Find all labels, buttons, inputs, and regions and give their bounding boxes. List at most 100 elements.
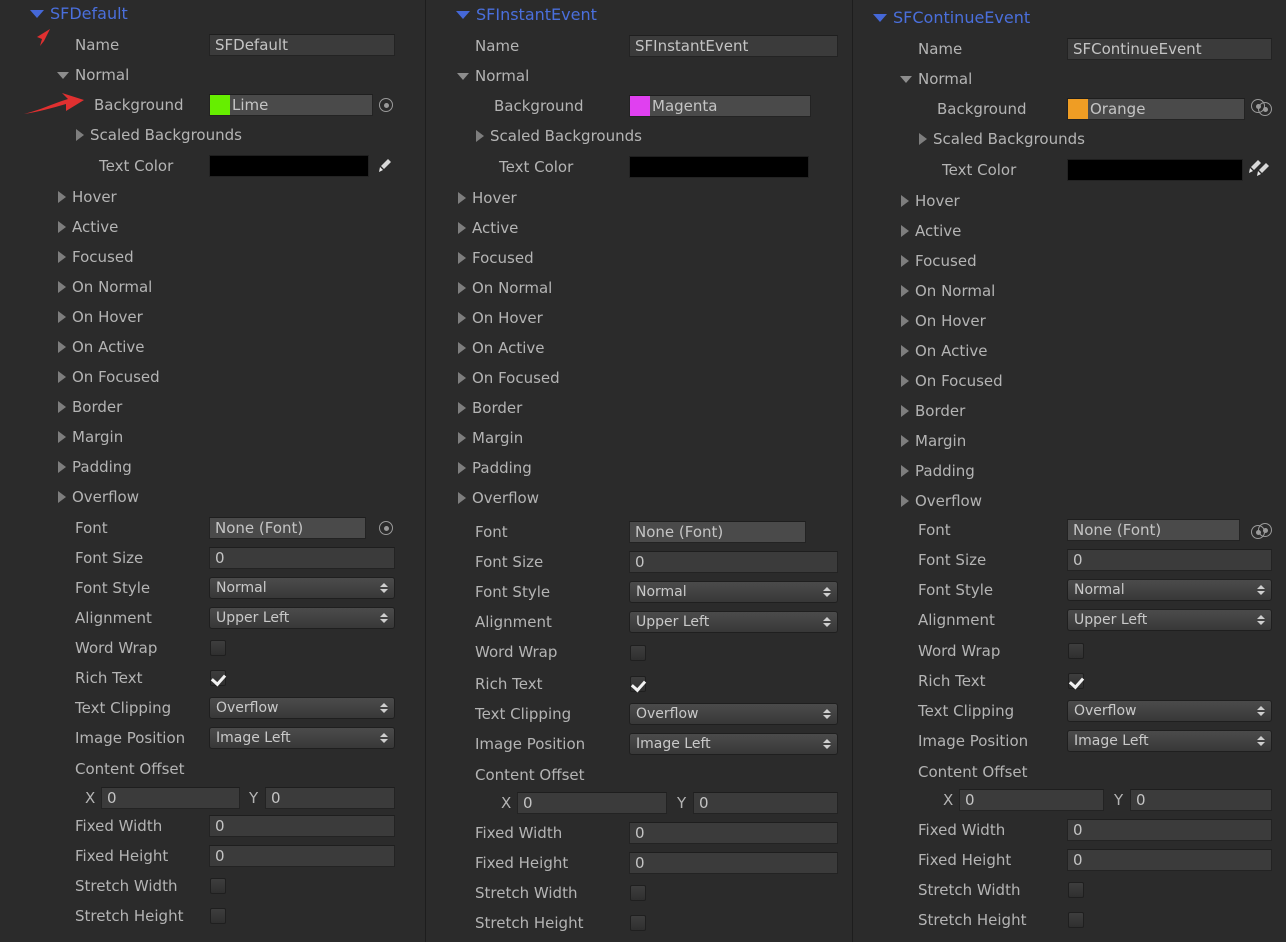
foldout-collapsed-icon[interactable]	[919, 133, 927, 145]
foldout-collapsed-icon[interactable]	[458, 492, 466, 504]
text-clipping-dropdown[interactable]: Overflow	[1067, 700, 1272, 722]
row-focused[interactable]: Focused	[458, 247, 534, 269]
background-object-field[interactable]: Lime	[209, 94, 373, 116]
font-size-input[interactable]: 0	[1067, 549, 1272, 571]
row-margin[interactable]: Margin	[458, 427, 523, 449]
text-clipping-dropdown[interactable]: Overflow	[629, 703, 838, 725]
row-border[interactable]: Border	[901, 400, 965, 422]
row-padding[interactable]: Padding	[458, 457, 532, 479]
row-on-focused[interactable]: On Focused	[901, 370, 1003, 392]
row-on-hover[interactable]: On Hover	[458, 307, 543, 329]
word-wrap-checkbox[interactable]	[630, 645, 646, 661]
stretch-width-checkbox[interactable]	[630, 885, 646, 901]
foldout-collapsed-icon[interactable]	[901, 285, 909, 297]
object-picker-icon[interactable]	[1258, 102, 1272, 116]
foldout-expanded-icon[interactable]	[457, 72, 469, 80]
fixed-width-input[interactable]: 0	[1067, 819, 1272, 841]
foldout-collapsed-icon[interactable]	[458, 432, 466, 444]
stretch-height-checkbox[interactable]	[1068, 912, 1084, 928]
foldout-collapsed-icon[interactable]	[458, 252, 466, 264]
offset-y-input[interactable]: 0	[1130, 789, 1272, 811]
foldout-collapsed-icon[interactable]	[458, 222, 466, 234]
font-size-input[interactable]: 0	[209, 547, 395, 569]
foldout-collapsed-icon[interactable]	[58, 431, 66, 443]
text-clipping-dropdown[interactable]: Overflow	[209, 697, 395, 719]
foldout-collapsed-icon[interactable]	[58, 341, 66, 353]
row-normal[interactable]: Normal	[900, 68, 972, 90]
name-input[interactable]: SFInstantEvent	[629, 35, 838, 57]
object-picker-icon[interactable]	[379, 98, 393, 112]
foldout-collapsed-icon[interactable]	[58, 251, 66, 263]
row-focused[interactable]: Focused	[901, 250, 977, 272]
row-normal[interactable]: Normal	[57, 64, 129, 86]
eyedropper-icon[interactable]	[1253, 161, 1271, 179]
text-color-field[interactable]	[629, 156, 809, 178]
foldout-collapsed-icon[interactable]	[901, 225, 909, 237]
image-position-dropdown[interactable]: Image Left	[209, 727, 395, 749]
text-color-field[interactable]	[209, 155, 369, 177]
foldout-collapsed-icon[interactable]	[901, 315, 909, 327]
foldout-collapsed-icon[interactable]	[901, 465, 909, 477]
row-overflow[interactable]: Overflow	[58, 486, 139, 508]
row-border[interactable]: Border	[458, 397, 522, 419]
row-overflow[interactable]: Overflow	[458, 487, 539, 509]
row-margin[interactable]: Margin	[901, 430, 966, 452]
offset-x-input[interactable]: 0	[101, 787, 240, 809]
font-object-picker-icon[interactable]	[1258, 523, 1272, 537]
row-active[interactable]: Active	[458, 217, 518, 239]
foldout-collapsed-icon[interactable]	[901, 405, 909, 417]
background-object-field[interactable]: Magenta	[629, 95, 811, 117]
row-on-hover[interactable]: On Hover	[58, 306, 143, 328]
row-active[interactable]: Active	[58, 216, 118, 238]
foldout-collapsed-icon[interactable]	[476, 130, 484, 142]
foldout-collapsed-icon[interactable]	[58, 461, 66, 473]
foldout-collapsed-icon[interactable]	[58, 371, 66, 383]
stretch-width-checkbox[interactable]	[1068, 882, 1084, 898]
row-active[interactable]: Active	[901, 220, 961, 242]
row-margin[interactable]: Margin	[58, 426, 123, 448]
foldout-collapsed-icon[interactable]	[458, 462, 466, 474]
font-object-field[interactable]: None (Font)	[1067, 519, 1240, 541]
row-on-focused[interactable]: On Focused	[458, 367, 560, 389]
row-scaled-backgrounds[interactable]: Scaled Backgrounds	[476, 125, 642, 147]
fixed-width-input[interactable]: 0	[629, 822, 838, 844]
background-object-field[interactable]: Orange	[1067, 98, 1245, 120]
foldout-expanded-icon[interactable]	[456, 10, 470, 19]
offset-x-input[interactable]: 0	[517, 792, 667, 814]
fixed-width-input[interactable]: 0	[209, 815, 395, 837]
fixed-height-input[interactable]: 0	[1067, 849, 1272, 871]
name-input[interactable]: SFContinueEvent	[1067, 38, 1272, 60]
font-object-field[interactable]: None (Font)	[209, 517, 366, 539]
foldout-expanded-icon[interactable]	[900, 75, 912, 83]
row-border[interactable]: Border	[58, 396, 122, 418]
stretch-width-checkbox[interactable]	[210, 878, 226, 894]
foldout-expanded-icon[interactable]	[57, 71, 69, 79]
row-padding[interactable]: Padding	[58, 456, 132, 478]
row-hover[interactable]: Hover	[58, 186, 117, 208]
alignment-dropdown[interactable]: Upper Left	[209, 607, 395, 629]
alignment-dropdown[interactable]: Upper Left	[1067, 609, 1272, 631]
font-object-field[interactable]: None (Font)	[629, 521, 806, 543]
column-header-0[interactable]: SFDefault	[30, 4, 128, 23]
foldout-collapsed-icon[interactable]	[458, 312, 466, 324]
row-on-active[interactable]: On Active	[901, 340, 987, 362]
font-object-picker-icon[interactable]	[379, 521, 393, 535]
name-input[interactable]: SFDefault	[209, 34, 395, 56]
foldout-collapsed-icon[interactable]	[458, 192, 466, 204]
row-on-active[interactable]: On Active	[458, 337, 544, 359]
row-on-hover[interactable]: On Hover	[901, 310, 986, 332]
font-style-dropdown[interactable]: Normal	[629, 581, 838, 603]
offset-y-input[interactable]: 0	[265, 787, 395, 809]
fixed-height-input[interactable]: 0	[209, 845, 395, 867]
rich-text-checkbox[interactable]	[210, 670, 226, 686]
row-on-normal[interactable]: On Normal	[458, 277, 552, 299]
fixed-height-input[interactable]: 0	[629, 852, 838, 874]
image-position-dropdown[interactable]: Image Left	[629, 733, 838, 755]
row-normal[interactable]: Normal	[457, 65, 529, 87]
foldout-expanded-icon[interactable]	[30, 9, 44, 18]
image-position-dropdown[interactable]: Image Left	[1067, 730, 1272, 752]
word-wrap-checkbox[interactable]	[1068, 643, 1084, 659]
offset-y-input[interactable]: 0	[693, 792, 838, 814]
row-hover[interactable]: Hover	[458, 187, 517, 209]
row-on-active[interactable]: On Active	[58, 336, 144, 358]
